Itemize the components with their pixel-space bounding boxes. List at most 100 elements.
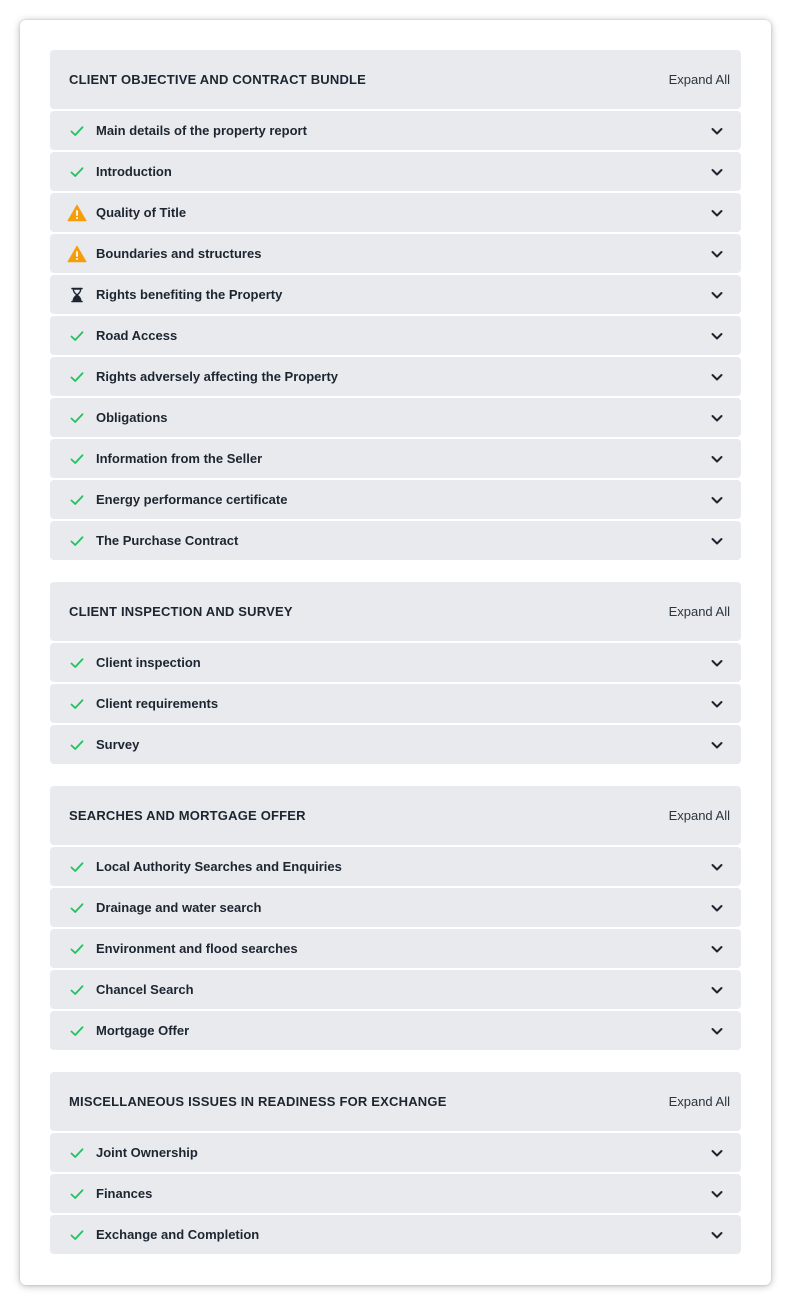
- check-icon: [67, 1143, 87, 1163]
- expand-all-button[interactable]: Expand All: [669, 808, 730, 823]
- chevron-down-icon[interactable]: [709, 369, 725, 385]
- expand-all-button[interactable]: Expand All: [669, 604, 730, 619]
- check-icon: [67, 898, 87, 918]
- accordion-row-label: Road Access: [96, 328, 178, 343]
- accordion-row-label: Introduction: [96, 164, 172, 179]
- check-icon: [67, 162, 87, 182]
- section-title: CLIENT OBJECTIVE AND CONTRACT BUNDLE: [69, 72, 367, 87]
- chevron-down-icon[interactable]: [709, 655, 725, 671]
- chevron-down-icon[interactable]: [709, 1186, 725, 1202]
- check-icon: [67, 939, 87, 959]
- accordion-row[interactable]: Rights benefiting the Property: [50, 275, 741, 314]
- accordion-row-label: Main details of the property report: [96, 123, 307, 138]
- accordion-row[interactable]: Local Authority Searches and Enquiries: [50, 847, 741, 886]
- accordion-row-label: The Purchase Contract: [96, 533, 239, 548]
- accordion-row[interactable]: Survey: [50, 725, 741, 764]
- accordion-row[interactable]: Finances: [50, 1174, 741, 1213]
- accordion-row[interactable]: The Purchase Contract: [50, 521, 741, 560]
- chevron-down-icon[interactable]: [709, 900, 725, 916]
- accordion-row[interactable]: Quality of Title: [50, 193, 741, 232]
- section-searches-mortgage: SEARCHES AND MORTGAGE OFFER Expand All L…: [50, 786, 741, 1050]
- accordion-row[interactable]: Chancel Search: [50, 970, 741, 1009]
- expand-all-button[interactable]: Expand All: [669, 72, 730, 87]
- accordion-row-label: Environment and flood searches: [96, 941, 298, 956]
- check-icon: [67, 490, 87, 510]
- chevron-down-icon[interactable]: [709, 287, 725, 303]
- chevron-down-icon[interactable]: [709, 533, 725, 549]
- section-client-inspection: CLIENT INSPECTION AND SURVEY Expand All …: [50, 582, 741, 764]
- section-client-objective: CLIENT OBJECTIVE AND CONTRACT BUNDLE Exp…: [50, 50, 741, 560]
- section-header: CLIENT OBJECTIVE AND CONTRACT BUNDLE Exp…: [50, 50, 741, 109]
- accordion-row-label: Client inspection: [96, 655, 201, 670]
- section-header: MISCELLANEOUS ISSUES IN READINESS FOR EX…: [50, 1072, 741, 1131]
- check-icon: [67, 408, 87, 428]
- accordion-row[interactable]: Mortgage Offer: [50, 1011, 741, 1050]
- section-title: SEARCHES AND MORTGAGE OFFER: [69, 808, 306, 823]
- chevron-down-icon[interactable]: [709, 1145, 725, 1161]
- accordion-row[interactable]: Joint Ownership: [50, 1133, 741, 1172]
- chevron-down-icon[interactable]: [709, 205, 725, 221]
- accordion-row-label: Mortgage Offer: [96, 1023, 190, 1038]
- chevron-down-icon[interactable]: [709, 941, 725, 957]
- check-icon: [67, 367, 87, 387]
- chevron-down-icon[interactable]: [709, 1023, 725, 1039]
- chevron-down-icon[interactable]: [709, 451, 725, 467]
- accordion-row-label: Rights adversely affecting the Property: [96, 369, 339, 384]
- accordion-row[interactable]: Information from the Seller: [50, 439, 741, 478]
- accordion-row[interactable]: Rights adversely affecting the Property: [50, 357, 741, 396]
- accordion-row-label: Drainage and water search: [96, 900, 262, 915]
- accordion-row[interactable]: Environment and flood searches: [50, 929, 741, 968]
- warning-icon: [67, 203, 87, 223]
- chevron-down-icon[interactable]: [709, 410, 725, 426]
- check-icon: [67, 980, 87, 1000]
- chevron-down-icon[interactable]: [709, 982, 725, 998]
- hourglass-icon: [67, 285, 87, 305]
- chevron-down-icon[interactable]: [709, 164, 725, 180]
- accordion-row[interactable]: Boundaries and structures: [50, 234, 741, 273]
- accordion-row-label: Joint Ownership: [96, 1145, 198, 1160]
- section-title: MISCELLANEOUS ISSUES IN READINESS FOR EX…: [69, 1094, 447, 1109]
- report-card: CLIENT OBJECTIVE AND CONTRACT BUNDLE Exp…: [20, 20, 771, 1285]
- accordion-row-label: Local Authority Searches and Enquiries: [96, 859, 342, 874]
- check-icon: [67, 1225, 87, 1245]
- accordion-row[interactable]: Road Access: [50, 316, 741, 355]
- chevron-down-icon[interactable]: [709, 328, 725, 344]
- accordion-row[interactable]: Energy performance certificate: [50, 480, 741, 519]
- chevron-down-icon[interactable]: [709, 246, 725, 262]
- chevron-down-icon[interactable]: [709, 737, 725, 753]
- chevron-down-icon[interactable]: [709, 696, 725, 712]
- section-miscellaneous: MISCELLANEOUS ISSUES IN READINESS FOR EX…: [50, 1072, 741, 1254]
- chevron-down-icon[interactable]: [709, 1227, 725, 1243]
- accordion-row-label: Exchange and Completion: [96, 1227, 260, 1242]
- check-icon: [67, 857, 87, 877]
- accordion-row[interactable]: Exchange and Completion: [50, 1215, 741, 1254]
- accordion-row-label: Rights benefiting the Property: [96, 287, 283, 302]
- warning-icon: [67, 244, 87, 264]
- check-icon: [67, 326, 87, 346]
- accordion-row[interactable]: Main details of the property report: [50, 111, 741, 150]
- check-icon: [67, 735, 87, 755]
- accordion-row-label: Energy performance certificate: [96, 492, 288, 507]
- accordion-row-label: Quality of Title: [96, 205, 187, 220]
- section-header: CLIENT INSPECTION AND SURVEY Expand All: [50, 582, 741, 641]
- chevron-down-icon[interactable]: [709, 492, 725, 508]
- accordion-row[interactable]: Introduction: [50, 152, 741, 191]
- accordion-row-label: Client requirements: [96, 696, 219, 711]
- check-icon: [67, 1021, 87, 1041]
- section-title: CLIENT INSPECTION AND SURVEY: [69, 604, 293, 619]
- accordion-row-label: Finances: [96, 1186, 153, 1201]
- accordion-row[interactable]: Obligations: [50, 398, 741, 437]
- accordion-row-label: Information from the Seller: [96, 451, 263, 466]
- check-icon: [67, 531, 87, 551]
- check-icon: [67, 694, 87, 714]
- accordion-row-label: Chancel Search: [96, 982, 194, 997]
- chevron-down-icon[interactable]: [709, 859, 725, 875]
- accordion-row[interactable]: Client requirements: [50, 684, 741, 723]
- expand-all-button[interactable]: Expand All: [669, 1094, 730, 1109]
- section-header: SEARCHES AND MORTGAGE OFFER Expand All: [50, 786, 741, 845]
- accordion-row-label: Boundaries and structures: [96, 246, 262, 261]
- accordion-row[interactable]: Client inspection: [50, 643, 741, 682]
- accordion-row[interactable]: Drainage and water search: [50, 888, 741, 927]
- accordion-row-label: Obligations: [96, 410, 168, 425]
- chevron-down-icon[interactable]: [709, 123, 725, 139]
